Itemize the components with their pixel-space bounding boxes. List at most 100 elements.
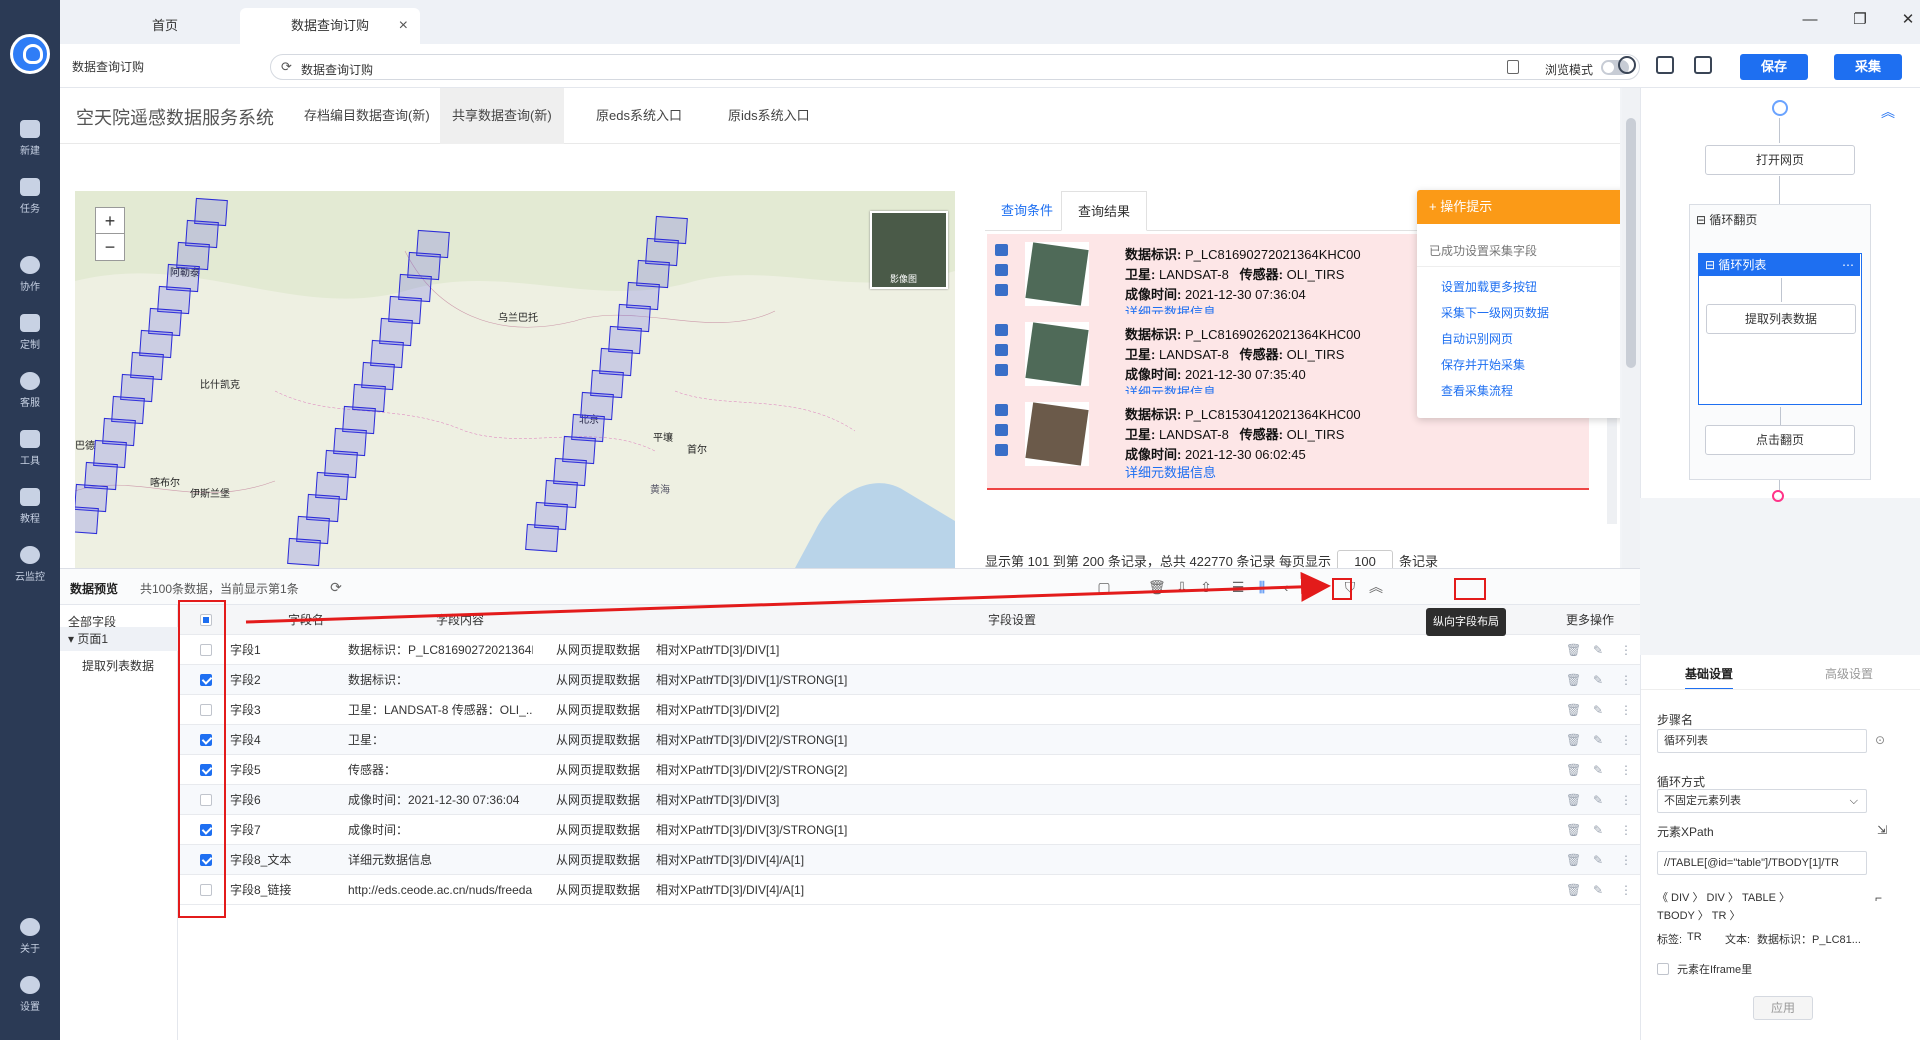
field-name[interactable]: 字段8_链接 — [230, 875, 291, 905]
trash-icon[interactable]: 🗑 — [1566, 853, 1581, 867]
field-name[interactable]: 字段4 — [230, 725, 261, 755]
field-xpath[interactable]: /TD[3]/DIV[3]/STRONG[1] — [710, 815, 847, 845]
path-chain[interactable]: 《 DIV 〉 DIV 〉 TABLE 〉 — [1657, 889, 1790, 905]
path-chain[interactable]: TBODY 〉 TR 〉 — [1657, 907, 1741, 923]
field-name[interactable]: 字段7 — [230, 815, 261, 845]
settings-gear-icon[interactable] — [1618, 56, 1636, 74]
field-name[interactable]: 字段8_文本 — [230, 845, 291, 875]
field-xpath[interactable]: /TD[3]/DIV[1]/STRONG[1] — [710, 665, 847, 695]
flow-node-open-page[interactable]: 打开网页 — [1705, 145, 1855, 175]
rail-settings[interactable]: 设置 — [0, 968, 60, 1022]
edit-icon[interactable]: ✎ — [1592, 733, 1604, 747]
more-icon[interactable]: ⋮ — [1620, 673, 1632, 687]
more-icon[interactable]: ⋮ — [1620, 823, 1632, 837]
field-row[interactable]: 字段8_文本 详细元数据信息 从网页提取数据 相对XPath/TD[3]/DIV[4]… — [178, 845, 1640, 875]
address-field[interactable]: ⟳ 数据查询订购 浏览模式 — [270, 54, 1640, 80]
card-icon[interactable] — [1656, 56, 1674, 74]
field-xpath[interactable]: /TD[3]/DIV[2]/STRONG[1] — [710, 725, 847, 755]
minimap[interactable]: 影像图 — [870, 211, 948, 289]
tips-header[interactable]: + 操作提示︽ — [1417, 190, 1620, 224]
document-icon[interactable] — [1507, 60, 1519, 74]
tab-query-conditions[interactable]: 查询条件 — [985, 191, 1069, 231]
minimize-icon[interactable]: — — [1800, 10, 1820, 30]
field-mode[interactable]: 相对XPath — [656, 725, 713, 755]
rail-tutorial[interactable]: 教程 — [0, 480, 60, 534]
field-source[interactable]: 从网页提取数据 — [556, 815, 640, 845]
loop-list-container[interactable]: ⊟ 循环列表 ⋯ 提取列表数据 — [1698, 253, 1862, 405]
field-xpath[interactable]: /TD[3]/DIV[2] — [710, 695, 779, 725]
rail-new[interactable]: 新建 — [0, 112, 60, 166]
collapse-panel-icon[interactable]: ︽ — [1368, 579, 1384, 595]
tab-basic-settings[interactable]: 基础设置 — [1685, 665, 1734, 690]
more-icon[interactable]: ⋮ — [1620, 703, 1632, 717]
edit-icon[interactable]: ⊙ — [1875, 733, 1885, 747]
trash-icon[interactable]: 🗑 — [1566, 703, 1581, 717]
field-source[interactable]: 从网页提取数据 — [556, 695, 640, 725]
restore-icon[interactable]: ❐ — [1850, 10, 1870, 30]
trash-icon[interactable]: 🗑 — [1566, 763, 1581, 777]
edit-icon[interactable]: ✎ — [1592, 853, 1604, 867]
xpath-input[interactable]: //TABLE[@id="table"]/TBODY[1]/TR — [1657, 851, 1867, 875]
field-source[interactable]: 从网页提取数据 — [556, 875, 640, 905]
field-mode[interactable]: 相对XPath — [656, 635, 713, 665]
loop-mode-select[interactable]: 不固定元素列表 ⌵ — [1657, 789, 1867, 813]
edit-icon[interactable]: ✎ — [1592, 793, 1604, 807]
expand-icon[interactable]: ⌐ — [1875, 891, 1882, 905]
step-name-input[interactable]: 循环列表 — [1657, 729, 1867, 753]
tree-extract-list[interactable]: 提取列表数据 — [82, 657, 154, 674]
field-mode[interactable]: 相对XPath — [656, 875, 713, 905]
list-icon[interactable] — [995, 244, 1008, 256]
more-icon[interactable]: ⋮ — [1620, 853, 1632, 867]
reload-icon[interactable]: ⟳ — [281, 59, 292, 75]
rail-cloud[interactable]: 云监控 — [0, 538, 60, 592]
edit-icon[interactable]: ✎ — [1592, 703, 1604, 717]
window-close-icon[interactable]: ✕ — [1898, 10, 1918, 30]
trash-icon[interactable]: 🗑 — [1566, 823, 1581, 837]
trash-icon[interactable]: 🗑 — [1566, 733, 1581, 747]
map-view[interactable]: + − 影像图 阿勒泰 乌兰巴托 比什凯克 巴德 北京 平壤 首尔 伊斯兰堡 喀… — [75, 191, 955, 568]
more-icon[interactable]: ⋮ — [1620, 763, 1632, 777]
field-mode[interactable]: 相对XPath — [656, 845, 713, 875]
field-mode[interactable]: 相对XPath — [656, 815, 713, 845]
save-button[interactable]: 保存 — [1740, 54, 1808, 80]
field-xpath[interactable]: /TD[3]/DIV[3] — [710, 785, 779, 815]
scene-footprint[interactable] — [287, 537, 322, 567]
scene-thumbnail[interactable] — [1025, 242, 1089, 306]
scene-thumbnail[interactable] — [1025, 322, 1089, 386]
tip-auto-detect[interactable]: 自动识别网页 — [1441, 330, 1513, 347]
field-row[interactable]: 字段4 卫星： 从网页提取数据 相对XPath/TD[3]/DIV[2]/STRONG… — [178, 725, 1640, 755]
field-row[interactable]: 字段5 传感器： 从网页提取数据 相对XPath/TD[3]/DIV[2]/STRON… — [178, 755, 1640, 785]
flow-node-click-next[interactable]: 点击翻页 — [1705, 425, 1855, 455]
field-name[interactable]: 字段6 — [230, 785, 261, 815]
trash-icon[interactable]: 🗑 — [1566, 643, 1581, 657]
tab-query-results[interactable]: 查询结果 — [1061, 191, 1148, 231]
field-row[interactable]: 字段6 成像时间：2021-12-30 07:36:04 从网页提取数据 相对XPat… — [178, 785, 1640, 815]
field-row[interactable]: 字段1 数据标识：P_LC81690272021364K... 从网页提取数据 相对X… — [178, 635, 1640, 665]
tree-page-1[interactable]: ▾ 页面1 — [60, 627, 178, 651]
rail-tools[interactable]: 工具 — [0, 422, 60, 476]
field-xpath[interactable]: /TD[3]/DIV[4]/A[1] — [710, 875, 804, 905]
nav-shared[interactable]: 共享数据查询(新) — [440, 88, 564, 144]
trash-icon[interactable]: 🗑 — [1566, 793, 1581, 807]
trash-icon[interactable]: 🗑 — [1566, 883, 1581, 897]
edit-icon[interactable]: ✎ — [1592, 883, 1604, 897]
image-icon[interactable] — [995, 344, 1008, 356]
field-mode[interactable]: 相对XPath — [656, 665, 713, 695]
field-row[interactable]: 字段7 成像时间： 从网页提取数据 相对XPath/TD[3]/DIV[3]/STRO… — [178, 815, 1640, 845]
field-xpath[interactable]: /TD[3]/DIV[4]/A[1] — [710, 845, 804, 875]
tip-view-flow[interactable]: 查看采集流程 — [1441, 382, 1513, 399]
field-source[interactable]: 从网页提取数据 — [556, 665, 640, 695]
field-name[interactable]: 字段2 — [230, 665, 261, 695]
rail-service[interactable]: 客服 — [0, 364, 60, 418]
nav-archive[interactable]: 存档编目数据查询(新) — [292, 88, 442, 144]
edit-icon[interactable]: ✎ — [1592, 823, 1604, 837]
rail-about[interactable]: 关于 — [0, 910, 60, 964]
field-xpath[interactable]: /TD[3]/DIV[2]/STRONG[2] — [710, 755, 847, 785]
nav-eds[interactable]: 原eds系统入口 — [584, 88, 694, 144]
rail-custom[interactable]: 定制 — [0, 306, 60, 360]
metadata-link[interactable]: 详细元数据信息 — [1125, 462, 1216, 481]
field-xpath[interactable]: /TD[3]/DIV[1] — [710, 635, 779, 665]
collect-button[interactable]: 采集 — [1834, 54, 1902, 80]
edit-icon[interactable]: ✎ — [1592, 673, 1604, 687]
field-row[interactable]: 字段8_链接 http://eds.ceode.ac.cn/nuds/freeda… — [178, 875, 1640, 905]
